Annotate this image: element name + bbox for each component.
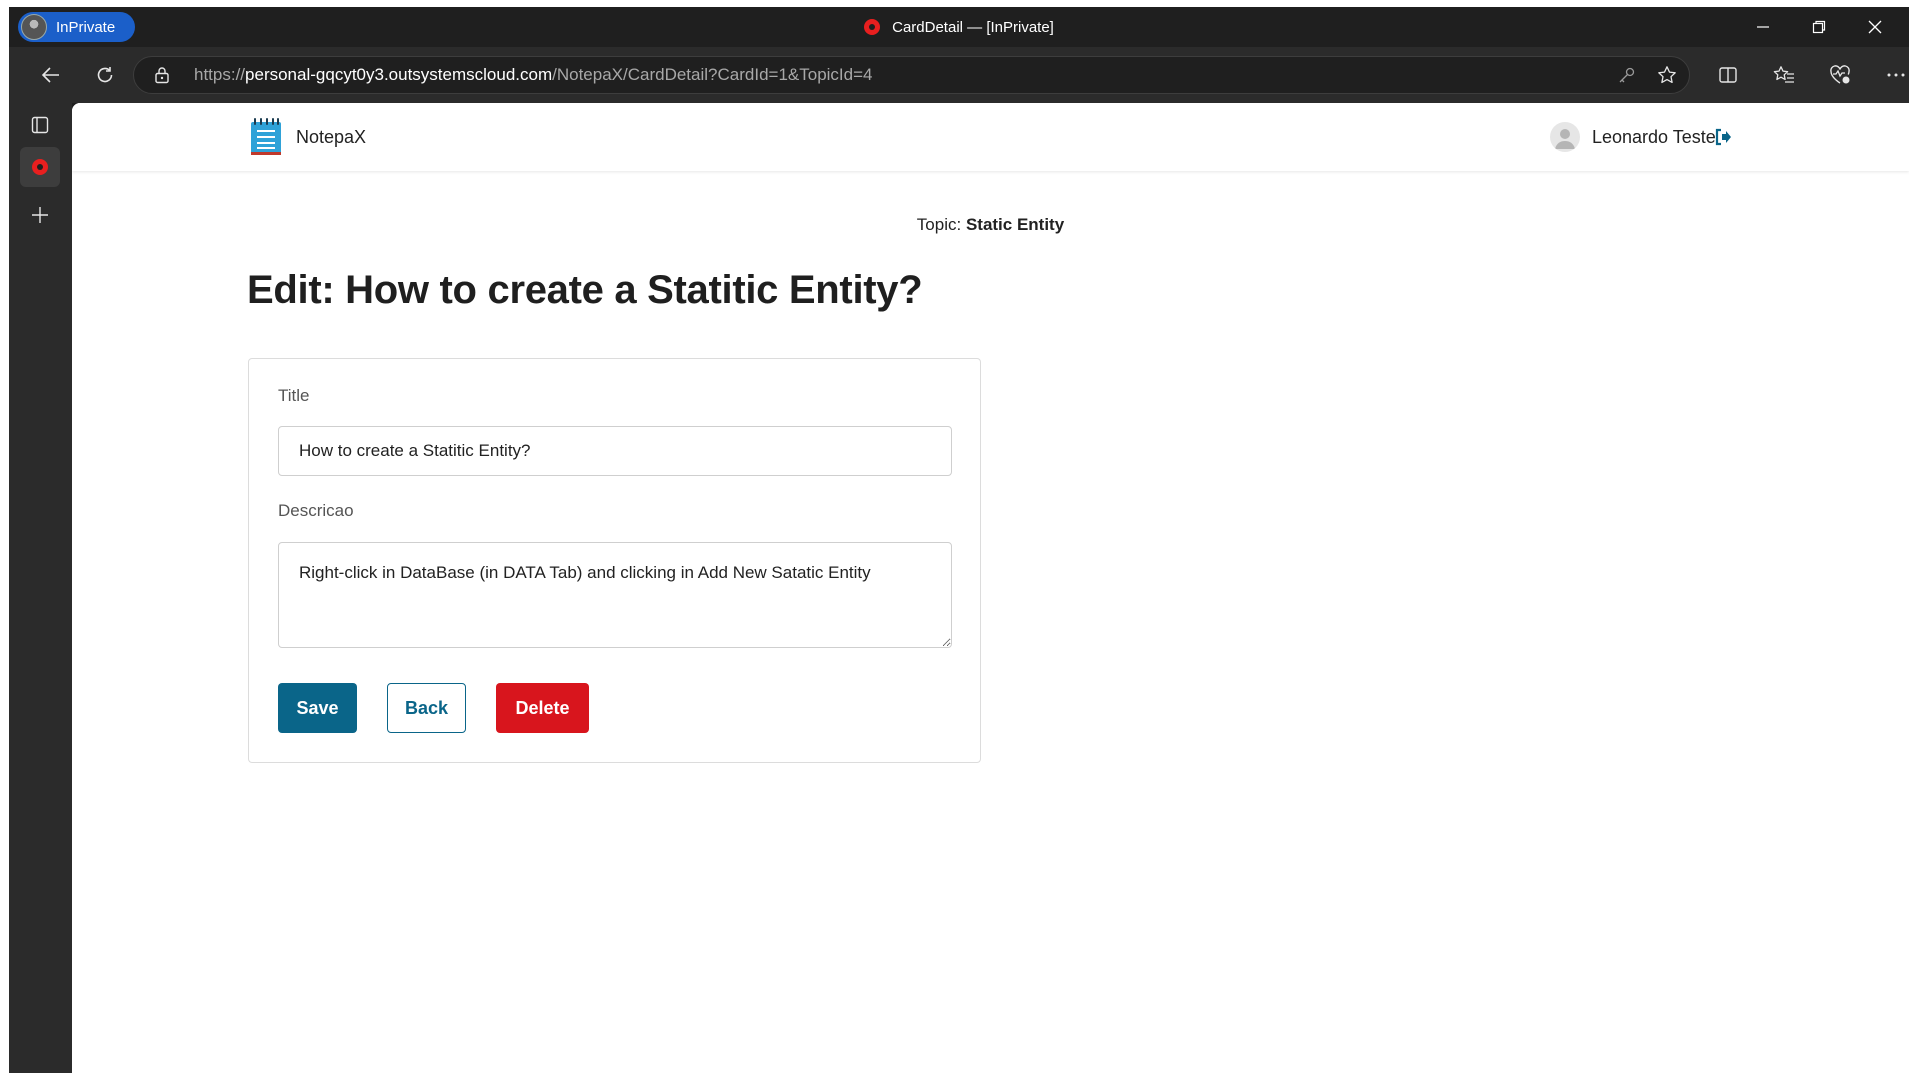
topic-line: Topic: Static Entity [72,215,1909,235]
refresh-icon [97,67,113,83]
logout-icon[interactable] [1714,128,1732,146]
app-name[interactable]: NotepaX [296,127,366,148]
minimize-icon [1757,26,1769,28]
user-silhouette-icon [1555,129,1575,149]
window-title: CardDetail — [InPrivate] [892,18,1054,36]
window-title-area: CardDetail — [InPrivate] [9,7,1909,47]
description-textarea[interactable]: Right-click in DataBase (in DATA Tab) an… [278,542,952,648]
page-title: Edit: How to create a Statitic Entity? [247,268,923,312]
page-viewport: NotepaX Leonardo Teste Topic: Static Ent… [72,103,1909,1073]
url-prefix: https:// [194,65,246,84]
url-host: personal-gqcyt0y3.outsystemscloud.com [245,65,553,84]
delete-button[interactable]: Delete [496,683,589,733]
restore-button[interactable] [1791,7,1847,47]
more-icon [1887,73,1905,77]
heart-pulse-icon [1830,65,1850,84]
edit-card-form: Title Descricao Right-click in DataBase … [248,358,981,763]
star-icon[interactable] [1657,65,1677,85]
tab-favicon-icon [32,159,48,175]
active-tab-item[interactable] [20,147,60,187]
vertical-tabs-rail [9,103,72,1073]
lock-icon [155,67,169,84]
more-menu-button[interactable] [1876,55,1916,95]
user-avatar[interactable] [1550,122,1580,152]
restore-icon [1812,20,1826,34]
address-bar[interactable]: https://personal-gqcyt0y3.outsystemsclou… [133,56,1690,94]
close-button[interactable] [1847,7,1903,47]
new-tab-button[interactable] [20,195,60,235]
browser-toolbar: https://personal-gqcyt0y3.outsystemsclou… [9,47,1909,103]
url-path: /NotepaX/CardDetail?CardId=1&TopicId=4 [552,65,873,84]
arrow-left-icon [41,67,59,83]
recording-icon [864,19,881,35]
save-button[interactable]: Save [278,683,357,733]
url-text: https://personal-gqcyt0y3.outsystemsclou… [194,57,873,93]
split-screen-button[interactable] [1708,55,1748,95]
minimize-button[interactable] [1735,7,1791,47]
browser-window: InPrivate CardDetail — [InPrivate] https… [9,7,1909,1073]
app-header: NotepaX Leonardo Teste [72,103,1909,171]
tab-actions-button[interactable] [20,105,60,145]
title-label: Title [278,386,310,405]
title-input[interactable] [278,426,952,476]
key-icon[interactable] [1618,66,1636,84]
topic-label: Topic: [916,215,966,234]
tab-actions-icon [31,116,49,134]
title-bar: InPrivate CardDetail — [InPrivate] [9,7,1909,47]
user-name: Leonardo Teste [1592,127,1716,147]
favorites-button[interactable] [1764,55,1804,95]
browser-essentials-button[interactable] [1820,55,1860,95]
favorites-icon [1773,66,1794,83]
close-icon [1868,20,1882,34]
back-button[interactable]: Back [387,683,466,733]
refresh-button[interactable] [85,55,125,95]
topic-value: Static Entity [965,215,1065,234]
plus-icon [32,207,48,223]
notepad-logo-icon[interactable] [250,117,282,157]
split-screen-icon [1719,67,1737,83]
back-nav-button[interactable] [31,55,71,95]
description-label: Descricao [278,501,354,520]
